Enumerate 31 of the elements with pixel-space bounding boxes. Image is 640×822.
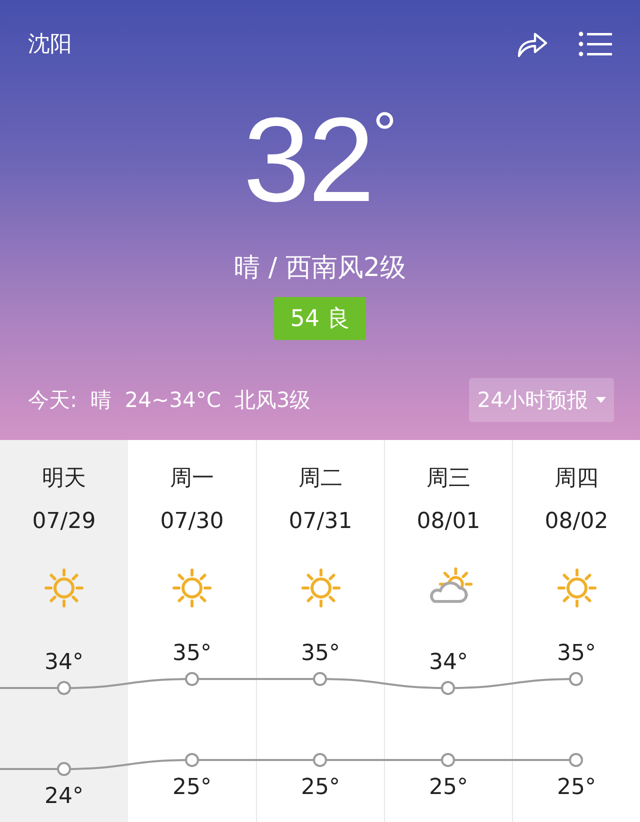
menu-icon[interactable]	[578, 30, 612, 58]
low-temperature: 25°	[557, 774, 596, 802]
high-temperature: 35°	[301, 640, 340, 668]
date-label: 08/01	[416, 508, 480, 536]
city-name: 沈阳	[28, 31, 73, 59]
share-icon[interactable]	[516, 30, 548, 58]
low-temperature: 25°	[172, 774, 212, 802]
forecast-day-column[interactable]: 明天 07/29 34° 24°	[0, 440, 128, 822]
today-summary: 今天: 晴 24~34°C 北风3级	[28, 387, 312, 414]
caret-icon	[596, 397, 606, 403]
air-quality-badge: 54 良	[274, 297, 366, 340]
weather-condition: 晴 / 西南风2级	[234, 252, 406, 285]
day-label: 周一	[170, 465, 214, 493]
day-label: 明天	[42, 465, 86, 493]
low-temperature: 25°	[429, 774, 468, 802]
date-label: 07/31	[288, 508, 352, 536]
day-label: 周三	[426, 465, 470, 493]
current-temperature: 32	[243, 104, 373, 216]
high-temperature: 35°	[172, 640, 212, 668]
day-label: 周四	[554, 465, 598, 493]
forecast-day-column[interactable]: 周一 07/30 35° 25°	[128, 440, 256, 822]
day-label: 周二	[298, 465, 342, 493]
low-temperature: 25°	[301, 774, 340, 802]
date-label: 08/02	[544, 508, 608, 536]
high-temperature: 35°	[557, 640, 596, 668]
high-temperature: 34°	[429, 649, 468, 677]
low-temperature: 24°	[44, 783, 84, 811]
high-temperature: 34°	[44, 649, 84, 677]
date-label: 07/29	[32, 508, 96, 536]
date-label: 07/30	[160, 508, 224, 536]
degree-sign: °	[372, 104, 397, 164]
